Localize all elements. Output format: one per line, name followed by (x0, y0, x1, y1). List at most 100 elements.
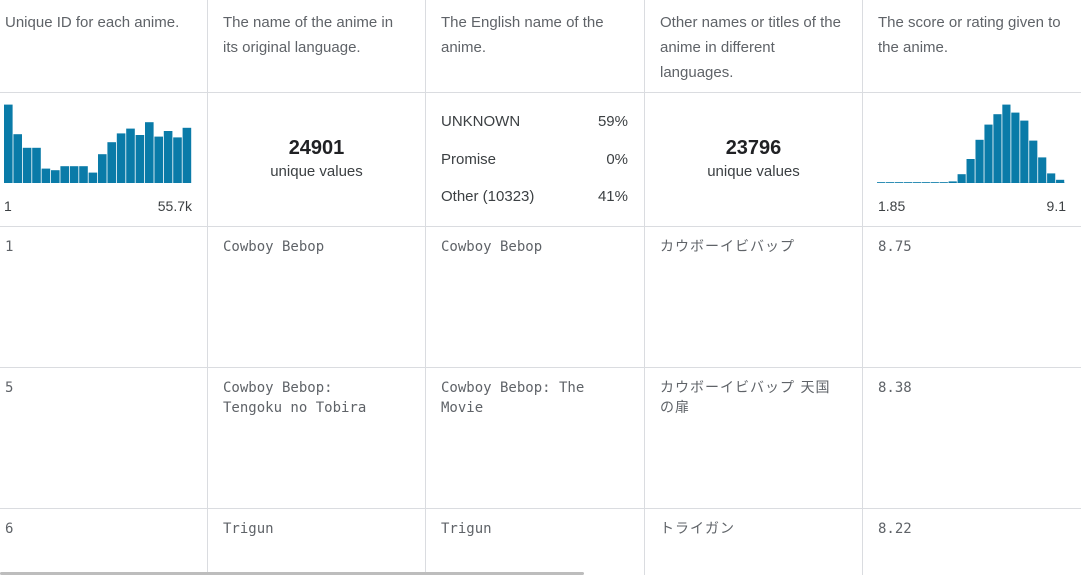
category-row: Promise 0% (441, 151, 628, 168)
column-description: Other names or titles of the anime in di… (660, 14, 841, 81)
histogram-bar[interactable] (22, 147, 32, 183)
histogram-bar[interactable] (1029, 140, 1038, 183)
histogram-bar[interactable] (894, 182, 904, 183)
cell-id: 1 (5, 239, 14, 255)
histogram-bar[interactable] (966, 159, 975, 183)
histogram-bar[interactable] (903, 182, 913, 183)
category-percent: 59% (597, 113, 628, 130)
histogram-bar[interactable] (1056, 179, 1065, 183)
category-row: UNKNOWN 59% (441, 113, 628, 130)
histogram-bar[interactable] (163, 131, 173, 183)
unique-label: unique values (270, 163, 363, 180)
histogram-min-label: 1.85 (878, 198, 906, 214)
histogram-max-label: 55.7k (157, 198, 192, 214)
cell-other-name: カウボーイビバップ 天国 の扉 (660, 380, 831, 416)
table-cell: Trigun (208, 509, 426, 575)
histogram-max-label: 9.1 (1046, 198, 1066, 214)
cell-english-name: Cowboy Bebop: The Movie (441, 380, 585, 416)
summary-cell-score[interactable]: 1.85 9.1 (863, 93, 1081, 227)
data-table: Unique ID for each anime. The name of th… (0, 0, 1081, 575)
cell-id: 6 (5, 521, 14, 537)
id-histogram[interactable] (4, 103, 192, 183)
histogram-bar[interactable] (41, 168, 51, 183)
histogram-bar[interactable] (135, 135, 145, 183)
histogram-bar[interactable] (88, 172, 98, 183)
unique-label: unique values (707, 163, 800, 180)
histogram-bar[interactable] (993, 114, 1002, 183)
table-cell: Cowboy Bebop: The Movie (426, 368, 645, 509)
histogram-bar[interactable] (126, 128, 135, 183)
histogram-bar[interactable] (912, 182, 921, 183)
table-cell: Cowboy Bebop (208, 227, 426, 368)
histogram-bar[interactable] (116, 133, 126, 183)
cell-name: Cowboy Bebop: Tengoku no Tobira (223, 380, 367, 416)
table-cell: 6 (0, 509, 208, 575)
histogram-min-label: 1 (4, 198, 12, 214)
cell-english-name: Trigun (441, 521, 492, 537)
cell-score: 8.75 (878, 239, 912, 255)
cell-other-name: トライガン (660, 521, 735, 537)
histogram-bar[interactable] (984, 124, 993, 183)
table-cell: Cowboy Bebop (426, 227, 645, 368)
column-description: The name of the anime in its original la… (223, 14, 394, 56)
header-cell-id: Unique ID for each anime. (0, 0, 208, 93)
table-cell: カウボーイビバップ 天国 の扉 (645, 368, 863, 509)
histogram-bar[interactable] (975, 139, 984, 183)
table-cell: Cowboy Bebop: Tengoku no Tobira (208, 368, 426, 509)
histogram-bar[interactable] (145, 122, 154, 183)
histogram-bar[interactable] (182, 127, 192, 183)
histogram-bar[interactable] (1002, 104, 1011, 183)
summary-cell-name: 24901 unique values (208, 93, 426, 227)
histogram-bar[interactable] (885, 182, 895, 183)
unique-count: 23796 (725, 137, 782, 159)
histogram-bar[interactable] (930, 182, 939, 183)
table-cell: 8.38 (863, 368, 1081, 509)
score-histogram[interactable] (877, 103, 1065, 183)
histogram-bar[interactable] (1038, 157, 1047, 183)
histogram-bar[interactable] (1020, 120, 1029, 183)
histogram-bar[interactable] (173, 137, 182, 183)
table-cell: トライガン (645, 509, 863, 575)
cell-name: Cowboy Bebop (223, 239, 325, 255)
header-cell-score: The score or rating given to the anime. (863, 0, 1081, 93)
histogram-bar[interactable] (154, 136, 163, 183)
table-cell: 1 (0, 227, 208, 368)
column-description: The score or rating given to the anime. (878, 14, 1061, 56)
category-label: UNKNOWN (441, 113, 521, 130)
table-cell: 8.75 (863, 227, 1081, 368)
header-cell-english-name: The English name of the anime. (426, 0, 645, 93)
category-row: Other (10323) 41% (441, 188, 628, 205)
unique-count: 24901 (288, 137, 345, 159)
histogram-bar[interactable] (939, 182, 948, 183)
histogram-bar[interactable] (98, 154, 107, 183)
cell-id: 5 (5, 380, 14, 396)
histogram-bar[interactable] (4, 104, 13, 183)
histogram-bar[interactable] (957, 174, 966, 183)
histogram-bar[interactable] (32, 147, 41, 183)
histogram-bar[interactable] (51, 170, 60, 183)
category-label: Other (10323) (441, 188, 535, 205)
column-description: The English name of the anime. (441, 14, 604, 56)
category-label: Promise (441, 151, 497, 168)
histogram-bar[interactable] (921, 182, 930, 183)
summary-cell-english-name: UNKNOWN 59% Promise 0% Other (10323) 41% (426, 93, 645, 227)
histogram-bar[interactable] (13, 134, 22, 183)
category-percent: 41% (597, 188, 628, 205)
cell-english-name: Cowboy Bebop (441, 239, 543, 255)
table-cell: 5 (0, 368, 208, 509)
histogram-bar[interactable] (948, 181, 957, 183)
header-cell-name: The name of the anime in its original la… (208, 0, 426, 93)
histogram-bar[interactable] (1047, 173, 1056, 183)
cell-score: 8.22 (878, 521, 912, 537)
summary-cell-id[interactable]: 1 55.7k (0, 93, 208, 227)
histogram-bar[interactable] (69, 166, 79, 183)
histogram-bar[interactable] (60, 166, 69, 183)
histogram-bar[interactable] (1011, 112, 1020, 183)
header-cell-other-name: Other names or titles of the anime in di… (645, 0, 863, 93)
table-cell: 8.22 (863, 509, 1081, 575)
histogram-bar[interactable] (107, 142, 116, 183)
histogram-bar[interactable] (877, 182, 886, 183)
histogram-bar[interactable] (79, 166, 88, 183)
cell-other-name: カウボーイビバップ (660, 239, 795, 255)
cell-score: 8.38 (878, 380, 912, 396)
